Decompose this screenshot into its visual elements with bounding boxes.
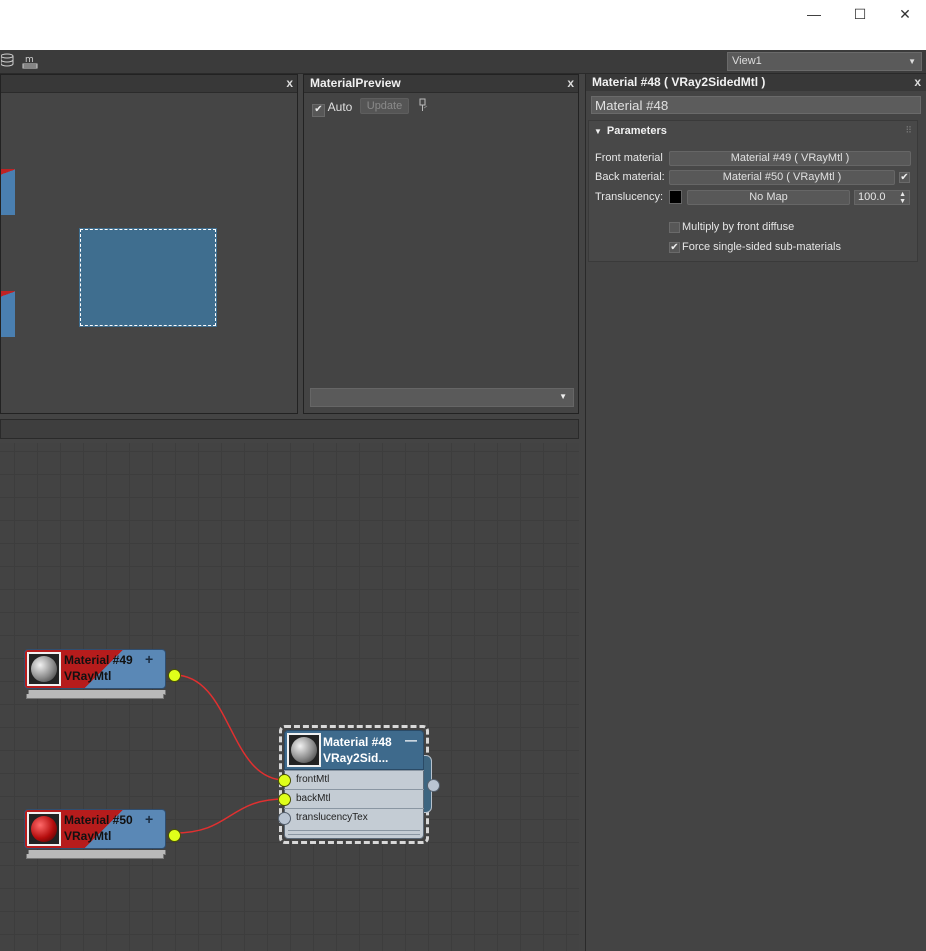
- toolbar: m View1 ▼: [0, 50, 926, 74]
- node-49-output-socket[interactable]: [168, 669, 181, 682]
- back-material-enable-checkbox[interactable]: ✔: [899, 172, 910, 183]
- node-50-type: VRayMtl: [64, 829, 112, 843]
- navigator-panel: x: [0, 74, 298, 414]
- navigator-panel-header: x: [1, 75, 297, 93]
- maximize-button[interactable]: ☐: [837, 0, 883, 30]
- expand-node-49-button[interactable]: +: [145, 651, 153, 667]
- node-graph-view[interactable]: Material #49 VRayMtl + Material #50 VRay…: [0, 443, 579, 951]
- material-preview-title: MaterialPreview: [310, 76, 401, 90]
- spinner-arrows-icon[interactable]: ▲ ▼: [899, 191, 906, 205]
- navigator-node-thumbnail: [1, 291, 15, 337]
- pin-icon[interactable]: [418, 98, 428, 115]
- navigator-viewport-rectangle[interactable]: [79, 228, 217, 327]
- rollout-grip-icon[interactable]: ⠿: [905, 125, 912, 136]
- parameters-rollout-title[interactable]: ▼ Parameters: [594, 125, 667, 137]
- front-material-label: Front material: [595, 152, 663, 164]
- translucencyTex-input-socket[interactable]: [278, 812, 291, 825]
- multiply-front-diffuse-checkbox[interactable]: [669, 222, 680, 233]
- update-button[interactable]: Update: [360, 98, 409, 114]
- node-50-preview-sphere: [27, 812, 61, 846]
- layers-icon[interactable]: [0, 53, 16, 69]
- translucency-amount-spinner[interactable]: 100.0 ▲ ▼: [854, 190, 910, 205]
- material-name-field[interactable]: [591, 96, 921, 114]
- navigator-node-thumbnail: [1, 169, 15, 215]
- slot-backMtl[interactable]: backMtl: [284, 789, 424, 809]
- node-49-name: Material #49: [64, 653, 133, 667]
- preview-options-select[interactable]: ▼: [310, 388, 574, 407]
- material-map-icon[interactable]: m: [22, 53, 38, 69]
- wire-front: [173, 674, 286, 781]
- minimize-button[interactable]: —: [791, 0, 837, 30]
- translucency-map-button[interactable]: No Map: [687, 190, 850, 205]
- parameters-rollout: ▼ Parameters ⠿ Front material Material #4…: [588, 120, 918, 262]
- front-material-button[interactable]: Material #49 ( VRayMtl ): [669, 151, 911, 166]
- node-48-output-socket[interactable]: [427, 779, 440, 792]
- auto-check-mark-icon: ✔: [312, 104, 325, 117]
- navigator-canvas[interactable]: [1, 93, 297, 413]
- view-select-value: View1: [732, 55, 762, 67]
- slot-translucencyTex[interactable]: translucencyTex: [284, 808, 424, 828]
- node-material-48[interactable]: Material #48 VRay2Sid... — frontMtl back…: [278, 730, 440, 839]
- auto-checkbox[interactable]: ✔ Auto: [312, 100, 352, 117]
- node-48-name: Material #48: [323, 735, 392, 749]
- node-49-type: VRayMtl: [64, 669, 112, 683]
- material-preview-header: MaterialPreview x: [304, 75, 578, 93]
- node-48-type: VRay2Sid...: [323, 751, 389, 765]
- close-preview-button[interactable]: x: [567, 75, 574, 92]
- wire-back: [173, 798, 286, 834]
- close-navigator-button[interactable]: x: [286, 75, 293, 92]
- backMtl-input-socket[interactable]: [278, 793, 291, 806]
- close-window-button[interactable]: ✕: [882, 0, 926, 30]
- auto-label: Auto: [327, 100, 353, 114]
- node-material-50[interactable]: Material #50 VRayMtl +: [24, 809, 181, 859]
- node-48-preview-sphere: [287, 733, 321, 767]
- dropdown-arrow-icon: ▼: [908, 57, 916, 66]
- force-single-sided-checkbox[interactable]: ✔: [669, 242, 680, 253]
- slot-frontMtl[interactable]: frontMtl: [284, 770, 424, 790]
- parameter-editor-header: Material #48 ( VRay2SidedMtl ) x: [586, 74, 926, 91]
- window-titlebar: — ☐ ✕: [0, 0, 926, 50]
- expand-node-50-button[interactable]: +: [145, 811, 153, 827]
- parameter-editor-title: Material #48 ( VRay2SidedMtl ): [592, 75, 766, 89]
- node-49-preview-sphere: [27, 652, 61, 686]
- translucency-amount-value: 100.0: [858, 191, 886, 203]
- force-single-sided-label: Force single-sided sub-materials: [682, 241, 841, 253]
- node-50-output-socket[interactable]: [168, 829, 181, 842]
- collapse-node-48-button[interactable]: —: [405, 733, 417, 747]
- material-preview-panel: MaterialPreview x ✔ Auto Update ▼: [303, 74, 579, 414]
- node-material-49[interactable]: Material #49 VRayMtl +: [24, 649, 181, 699]
- node-50-name: Material #50: [64, 813, 133, 827]
- frontMtl-input-socket[interactable]: [278, 774, 291, 787]
- view-tab-bar: [0, 419, 579, 439]
- dropdown-arrow-icon: ▼: [559, 392, 567, 401]
- close-parameter-editor-button[interactable]: x: [914, 74, 921, 91]
- rollout-collapse-icon: ▼: [594, 127, 602, 136]
- translucency-label: Translucency:: [595, 191, 664, 203]
- back-material-label: Back material:: [595, 171, 665, 183]
- parameter-editor-panel: Material #48 ( VRay2SidedMtl ) x ▼Parame…: [585, 74, 926, 951]
- back-material-button[interactable]: Material #50 ( VRayMtl ): [669, 170, 895, 185]
- translucency-color-swatch[interactable]: [669, 190, 682, 204]
- multiply-front-diffuse-label: Multiply by front diffuse: [682, 221, 795, 233]
- view-select[interactable]: View1 ▼: [727, 52, 922, 71]
